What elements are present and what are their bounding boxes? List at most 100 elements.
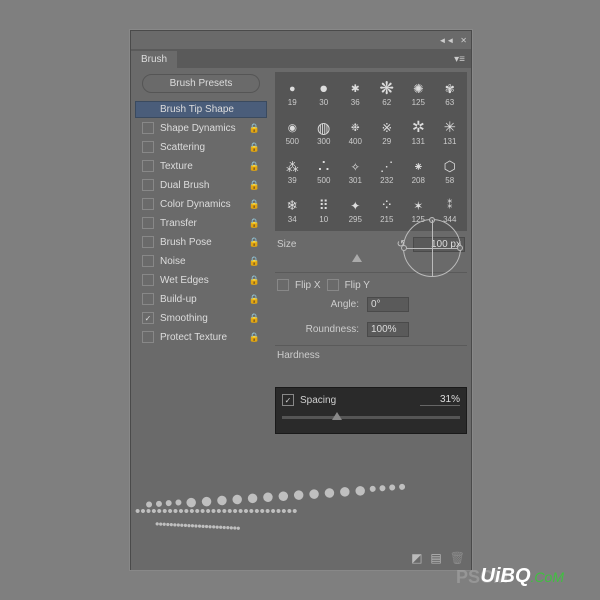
brush-thumb[interactable]: ⁘215	[372, 191, 403, 229]
lock-icon[interactable]: 🔒	[249, 275, 260, 286]
trash-icon[interactable]: 🗑	[450, 551, 465, 565]
watermark: UiBQ.CoM	[481, 565, 564, 588]
option-texture[interactable]: Texture🔒	[135, 157, 267, 175]
brush-thumb[interactable]: ●19	[277, 74, 308, 112]
panel-menu-icon[interactable]: ▾≡	[448, 51, 471, 68]
option-checkbox[interactable]	[142, 160, 154, 172]
right-settings: ●19●30✱36❋62✺125✾63 ◉500◍300❉400※29✲131✳1…	[271, 68, 471, 570]
new-brush-icon[interactable]: ▤	[430, 551, 441, 565]
option-checkbox[interactable]	[142, 274, 154, 286]
option-checkbox[interactable]	[142, 198, 154, 210]
option-label: Dual Brush	[160, 180, 209, 191]
brush-thumb[interactable]: ✲131	[403, 113, 434, 151]
close-icon[interactable]: ✕	[460, 36, 467, 45]
brush-thumb[interactable]: ✺125	[403, 74, 434, 112]
option-label: Scattering	[160, 142, 205, 153]
brush-thumb[interactable]: ❄34	[277, 191, 308, 229]
lock-icon[interactable]: 🔒	[249, 180, 260, 191]
size-label: Size	[277, 239, 397, 250]
lock-icon[interactable]: 🔒	[249, 161, 260, 172]
hardness-label: Hardness	[277, 350, 465, 361]
option-label: Brush Tip Shape	[160, 104, 234, 115]
tab-brush[interactable]: Brush	[131, 51, 177, 68]
stroke-preview: • • • • ● ● ● ● ● ● ● ● ● ● ● ● • • • • …	[135, 475, 467, 543]
brush-thumb[interactable]: ❉400	[340, 113, 371, 151]
option-checkbox[interactable]	[142, 179, 154, 191]
brush-thumb[interactable]: ◍300	[309, 113, 340, 151]
lock-icon[interactable]: 🔒	[249, 142, 260, 153]
brush-thumb[interactable]: ✧301	[340, 152, 371, 190]
option-label: Noise	[160, 256, 186, 267]
option-protect-texture[interactable]: Protect Texture 🔒	[135, 328, 267, 346]
brush-thumb[interactable]: ●30	[309, 74, 340, 112]
option-checkbox[interactable]	[142, 331, 154, 343]
lock-icon[interactable]: 🔒	[249, 256, 260, 267]
option-shape-dynamics[interactable]: Shape Dynamics 🔒	[135, 119, 267, 137]
spacing-slider[interactable]	[282, 416, 460, 419]
brush-thumb[interactable]: ※29	[372, 113, 403, 151]
brush-thumb[interactable]: ⠿10	[309, 191, 340, 229]
lock-icon[interactable]: 🔒	[249, 199, 260, 210]
flip-x-label: Flip X	[295, 280, 321, 291]
option-smoothing[interactable]: ✓ Smoothing 🔒	[135, 309, 267, 327]
option-label: Shape Dynamics	[160, 123, 236, 134]
hardness-slider	[277, 363, 465, 375]
option-checkbox[interactable]	[142, 236, 154, 248]
roundness-label: Roundness:	[295, 324, 359, 335]
option-label: Transfer	[160, 218, 197, 229]
angle-input[interactable]: 0°	[367, 297, 409, 312]
brush-thumb[interactable]: ⁂39	[277, 152, 308, 190]
brush-thumb[interactable]: ⬡58	[435, 152, 466, 190]
option-label: Color Dynamics	[160, 199, 231, 210]
spacing-input[interactable]: 31%	[420, 394, 460, 406]
option-checkbox[interactable]	[142, 293, 154, 305]
brush-panel: ◄◄ ✕ Brush ▾≡ Brush Presets Brush Tip Sh…	[130, 30, 472, 570]
spacing-checkbox[interactable]: ✓	[282, 394, 294, 406]
option-dual-brush[interactable]: Dual Brush 🔒	[135, 176, 267, 194]
brush-thumb[interactable]: ✾63	[435, 74, 466, 112]
lock-icon[interactable]: 🔒	[249, 237, 260, 248]
option-checkbox[interactable]	[142, 217, 154, 229]
flip-y-label: Flip Y	[345, 280, 370, 291]
option-checkbox[interactable]	[142, 141, 154, 153]
brush-thumb[interactable]: ❋62	[372, 74, 403, 112]
lock-icon[interactable]: 🔒	[249, 332, 260, 343]
roundness-input[interactable]: 100%	[367, 322, 409, 337]
lock-icon[interactable]: 🔒	[249, 218, 260, 229]
option-build-up[interactable]: Build-up 🔒	[135, 290, 267, 308]
brush-thumb[interactable]: ✱36	[340, 74, 371, 112]
tab-bar: Brush ▾≡	[131, 50, 471, 68]
option-brush-tip-shape[interactable]: Brush Tip Shape	[135, 101, 267, 118]
lock-icon[interactable]: 🔒	[249, 123, 260, 134]
flip-y-checkbox[interactable]	[327, 279, 339, 291]
option-scattering[interactable]: Scattering 🔒	[135, 138, 267, 156]
brush-thumbnail-grid[interactable]: ●19●30✱36❋62✺125✾63 ◉500◍300❉400※29✲131✳1…	[275, 72, 467, 231]
option-label: Protect Texture	[160, 332, 227, 343]
brush-thumb[interactable]: ✦295	[340, 191, 371, 229]
lock-icon[interactable]: 🔒	[249, 313, 260, 324]
brush-presets-button[interactable]: Brush Presets	[142, 74, 260, 93]
brush-thumb[interactable]: ◉500	[277, 113, 308, 151]
brush-thumb[interactable]: ∴500	[309, 152, 340, 190]
toggle-preview-icon[interactable]: ◩	[411, 551, 422, 565]
flip-x-checkbox[interactable]	[277, 279, 289, 291]
angle-label: Angle:	[295, 299, 359, 310]
option-label: Brush Pose	[160, 237, 212, 248]
option-checkbox[interactable]	[142, 122, 154, 134]
option-noise[interactable]: Noise 🔒	[135, 252, 267, 270]
angle-widget[interactable]	[403, 219, 461, 277]
panel-titlebar[interactable]: ◄◄ ✕	[131, 31, 471, 50]
option-brush-pose[interactable]: Brush Pose 🔒	[135, 233, 267, 251]
option-checkbox[interactable]: ✓	[142, 312, 154, 324]
collapse-icon[interactable]: ◄◄	[438, 36, 454, 45]
brush-thumb[interactable]: ⁕208	[403, 152, 434, 190]
option-label: Smoothing	[160, 313, 208, 324]
brush-thumb[interactable]: ✳131	[435, 113, 466, 151]
brush-thumb[interactable]: ⋰232	[372, 152, 403, 190]
option-wet-edges[interactable]: Wet Edges🔒	[135, 271, 267, 289]
option-color-dynamics[interactable]: Color Dynamics 🔒	[135, 195, 267, 213]
option-checkbox[interactable]	[142, 255, 154, 267]
option-label: Build-up	[160, 294, 197, 305]
option-transfer[interactable]: Transfer 🔒	[135, 214, 267, 232]
lock-icon[interactable]: 🔒	[249, 294, 260, 305]
